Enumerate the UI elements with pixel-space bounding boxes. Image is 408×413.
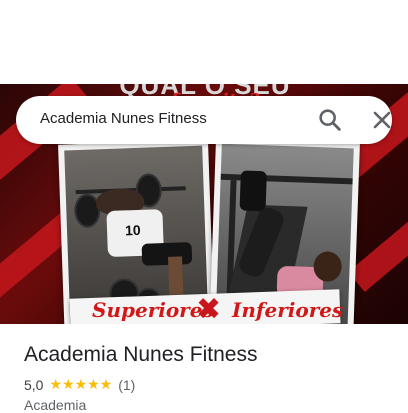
top-blank-area [0,0,408,84]
search-icon[interactable] [316,106,344,134]
place-category[interactable]: Academia [24,397,86,413]
review-count[interactable]: (1) [118,377,135,393]
athlete-shoes [239,170,267,212]
place-info-panel: Academia Nunes Fitness 5,0 ★★★★★ (1) Aca… [0,324,408,413]
label-lower: Inferiores [232,298,344,322]
search-input[interactable]: Academia Nunes Fitness [40,110,207,127]
star-icon: ★★★★★ [49,376,113,392]
close-icon[interactable] [368,106,396,134]
rating-row[interactable]: 5,0 ★★★★★ (1) [24,376,135,393]
jersey-number: 10 [124,221,141,239]
rating-value: 5,0 [24,376,44,393]
search-bar[interactable]: Academia Nunes Fitness [16,96,392,144]
athlete-head [313,251,343,283]
place-title: Academia Nunes Fitness [24,343,258,366]
athlete-shorts [141,242,193,266]
versus-x-mark: ✖ [196,292,222,324]
